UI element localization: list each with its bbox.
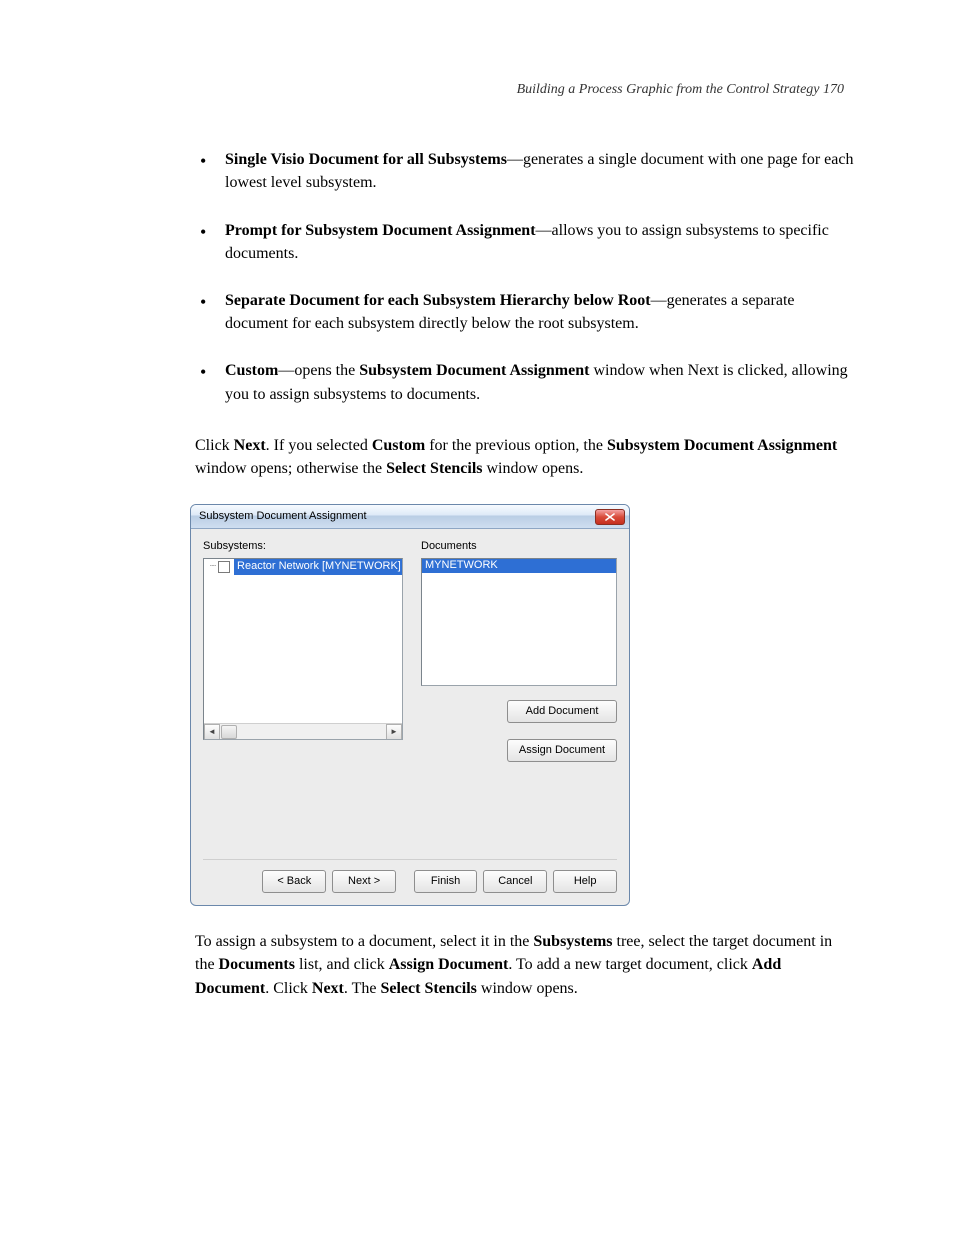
dialog-footer: < Back Next > Finish Cancel Help bbox=[191, 860, 629, 905]
paragraph-1: Click Next. If you selected Custom for t… bbox=[195, 434, 854, 480]
kw-subsystems: Subsystems bbox=[533, 933, 612, 950]
help-button[interactable]: Help bbox=[553, 870, 617, 893]
subsystem-assignment-dialog: Subsystem Document Assignment Subsystems… bbox=[190, 504, 630, 906]
option-title: Single Visio Document for all Subsystems bbox=[225, 151, 507, 168]
kw-documents: Documents bbox=[219, 956, 295, 973]
paragraph-2: To assign a subsystem to a document, sel… bbox=[195, 930, 854, 1000]
close-button[interactable] bbox=[595, 509, 625, 525]
option-title: Prompt for Subsystem Document Assignment bbox=[225, 222, 536, 239]
kw-subsystem-doc-assignment: Subsystem Document Assignment bbox=[607, 437, 837, 454]
assign-document-button[interactable]: Assign Document bbox=[507, 739, 617, 762]
option-emph: Subsystem Document Assignment bbox=[359, 362, 589, 379]
close-icon bbox=[605, 513, 615, 521]
dialog-titlebar: Subsystem Document Assignment bbox=[191, 505, 629, 529]
content-area: Single Visio Document for all Subsystems… bbox=[195, 140, 854, 999]
tree-checkbox[interactable] bbox=[218, 561, 230, 573]
page-header: Building a Process Graphic from the Cont… bbox=[100, 80, 854, 100]
tree-item-reactor-network[interactable]: ┈ Reactor Network [MYNETWORK] bbox=[204, 559, 402, 575]
dialog-title: Subsystem Document Assignment bbox=[199, 509, 595, 525]
documents-label: Documents bbox=[421, 539, 617, 555]
subsystems-label: Subsystems: bbox=[203, 539, 403, 555]
tree-item-label: Reactor Network [MYNETWORK] bbox=[234, 559, 403, 575]
cancel-button[interactable]: Cancel bbox=[483, 870, 547, 893]
kw-next: Next bbox=[234, 437, 266, 454]
back-button[interactable]: < Back bbox=[262, 870, 326, 893]
option-mid: —opens the bbox=[278, 362, 359, 379]
kw-select-stencils-2: Select Stencils bbox=[380, 980, 476, 997]
kw-select-stencils: Select Stencils bbox=[386, 460, 482, 477]
option-list: Single Visio Document for all Subsystems… bbox=[195, 140, 854, 414]
option-custom: Custom—opens the Subsystem Document Assi… bbox=[195, 351, 854, 413]
next-button[interactable]: Next > bbox=[332, 870, 396, 893]
add-document-button[interactable]: Add Document bbox=[507, 700, 617, 723]
kw-assign-document: Assign Document bbox=[389, 956, 509, 973]
documents-list[interactable]: MYNETWORK bbox=[421, 558, 617, 686]
list-item-label: MYNETWORK bbox=[425, 558, 498, 574]
option-prompt: Prompt for Subsystem Document Assignment… bbox=[195, 211, 854, 273]
scroll-thumb[interactable] bbox=[221, 725, 237, 739]
tree-connector-icon: ┈ bbox=[210, 560, 216, 575]
option-title: Custom bbox=[225, 362, 278, 379]
list-item-mynetwork[interactable]: MYNETWORK bbox=[422, 559, 616, 573]
option-single-doc: Single Visio Document for all Subsystems… bbox=[195, 140, 854, 202]
subsystems-tree[interactable]: ┈ Reactor Network [MYNETWORK] ◄ ► bbox=[203, 558, 403, 740]
scroll-right-button[interactable]: ► bbox=[386, 724, 402, 740]
option-separate: Separate Document for each Subsystem Hie… bbox=[195, 281, 854, 343]
finish-button[interactable]: Finish bbox=[414, 870, 478, 893]
kw-custom: Custom bbox=[372, 437, 425, 454]
kw-next-2: Next bbox=[312, 980, 344, 997]
horizontal-scrollbar[interactable]: ◄ ► bbox=[204, 723, 402, 739]
scroll-left-button[interactable]: ◄ bbox=[204, 724, 220, 740]
option-title: Separate Document for each Subsystem Hie… bbox=[225, 292, 651, 309]
header-text: Building a Process Graphic from the Cont… bbox=[517, 82, 844, 97]
